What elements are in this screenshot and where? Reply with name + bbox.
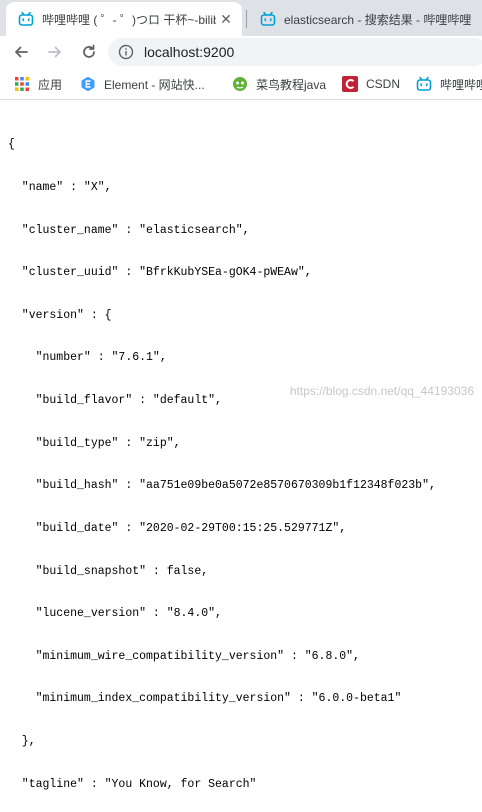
reload-button[interactable] xyxy=(74,37,104,67)
tab-title: 哔哩哔哩 ( ゜- ゜)つロ 干杯~-bilibili xyxy=(42,12,216,27)
bookmark-label: Element - 网站快... xyxy=(104,77,205,92)
reload-icon xyxy=(83,44,95,58)
json-line: "build_hash" : "aa751e09be0a5072e8570670… xyxy=(8,479,436,493)
json-line: "build_type" : "zip", xyxy=(8,436,181,450)
json-line: "lucene_version" : "8.4.0", xyxy=(8,607,222,621)
tab-strip: 哔哩哔哩 ( ゜- ゜)つロ 干杯~-bilibili ✕ elasticsea… xyxy=(0,0,482,36)
close-icon[interactable]: ✕ xyxy=(216,11,236,28)
browser-toolbar: localhost:9200 xyxy=(0,36,482,68)
forward-button[interactable] xyxy=(40,37,70,67)
bookmark-csdn[interactable]: CSDN xyxy=(342,75,400,93)
json-line: "build_date" : "2020-02-29T00:15:25.5297… xyxy=(8,521,347,535)
json-line: "number" : "7.6.1", xyxy=(8,351,167,365)
json-line: "cluster_name" : "elasticsearch", xyxy=(8,223,250,237)
bookmark-apps[interactable]: 应用 xyxy=(14,75,62,93)
arrow-left-icon xyxy=(15,46,28,58)
watermark: https://blog.csdn.net/qq_44193036 xyxy=(289,384,474,398)
url-text[interactable]: localhost:9200 xyxy=(144,44,234,60)
info-icon[interactable] xyxy=(118,44,134,60)
json-line: "minimum_index_compatibility_version" : … xyxy=(8,692,402,706)
json-line: "build_snapshot" : false, xyxy=(8,564,209,578)
runoob-icon xyxy=(233,77,247,91)
bookmark-label: 应用 xyxy=(38,77,63,92)
bookmark-label: 哔哩哔哩 xyxy=(440,77,482,92)
json-line: "tagline" : "You Know, for Search" xyxy=(8,777,257,791)
bookmark-label: CSDN xyxy=(366,77,401,91)
tab-title: elasticsearch - 搜索结果 - 哔哩哔哩 xyxy=(284,12,472,27)
arrow-right-icon xyxy=(48,46,61,58)
json-response: { "name" : "X", "cluster_name" : "elasti… xyxy=(8,110,478,790)
bilibili-icon xyxy=(416,76,432,91)
bookmark-label: 菜鸟教程java xyxy=(256,77,327,92)
json-line: }, xyxy=(8,734,36,748)
bilibili-icon xyxy=(260,11,276,26)
json-line: { xyxy=(8,138,15,152)
bilibili-icon xyxy=(18,11,34,26)
address-bar[interactable]: localhost:9200 xyxy=(108,38,482,66)
back-button[interactable] xyxy=(6,37,36,67)
bookmark-element[interactable]: Element - 网站快... xyxy=(80,75,205,93)
json-line: "version" : { xyxy=(8,308,112,322)
apps-icon xyxy=(15,77,29,91)
json-line: "name" : "X", xyxy=(8,181,112,195)
bookmark-bilibili[interactable]: 哔哩哔哩 xyxy=(416,75,482,93)
json-line: "minimum_wire_compatibility_version" : "… xyxy=(8,649,360,663)
element-icon xyxy=(81,76,95,92)
json-line: "cluster_uuid" : "BfrkKubYSEa-gOK4-pWEAw… xyxy=(8,266,312,280)
tab-elasticsearch-search[interactable]: elasticsearch - 搜索结果 - 哔哩哔哩 xyxy=(248,2,482,36)
tab-bilibili[interactable]: 哔哩哔哩 ( ゜- ゜)つロ 干杯~-bilibili ✕ xyxy=(6,2,242,36)
csdn-icon xyxy=(342,76,358,92)
tab-separator xyxy=(246,10,247,28)
bookmark-runoob[interactable]: 菜鸟教程java xyxy=(232,75,326,93)
bookmarks-bar: 应用 Element - 网站快... 菜鸟教程java CSDN 哔哩哔 xyxy=(0,68,482,100)
